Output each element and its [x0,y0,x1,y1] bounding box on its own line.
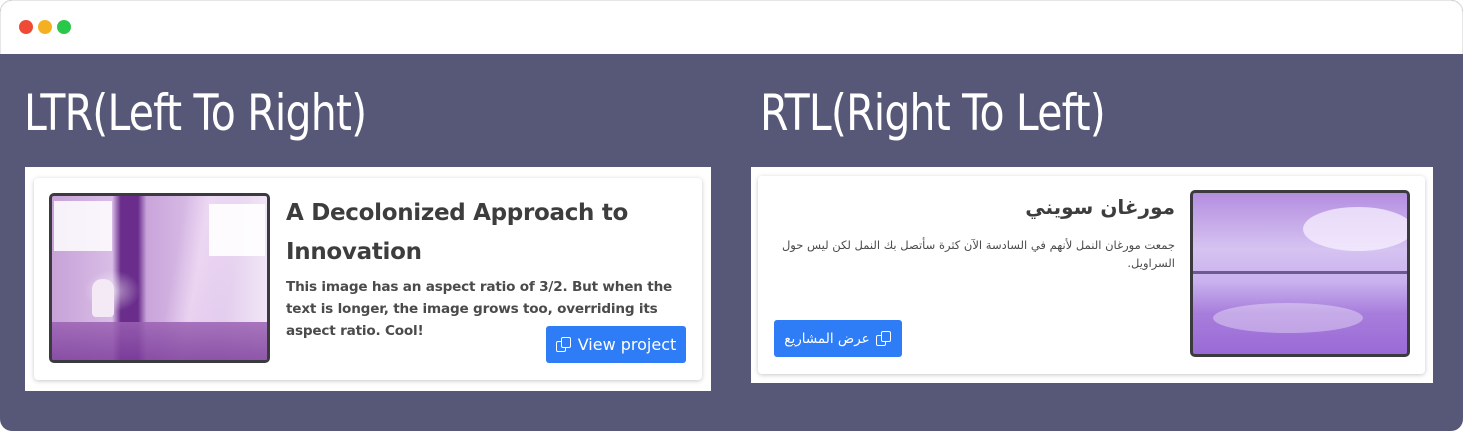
button-label: View project [577,335,677,354]
card-image [49,193,270,363]
view-project-button[interactable]: View project [546,326,686,363]
rtl-heading: RTL(Right To Left) [760,84,1106,142]
seated-person [92,279,114,317]
cloud [1303,207,1407,251]
copy-icon [555,336,572,353]
card-text: جمعت مورغان النمل لأنهم في السادسة الآن … [781,238,1175,270]
rtl-panel: مورغان سويني جمعت مورغان النمل لأنهم في … [751,167,1433,383]
close-window-button[interactable] [19,20,33,34]
minimize-window-button[interactable] [38,20,52,34]
bridge [1193,271,1407,274]
water-reflection [1213,303,1363,333]
ltr-panel: A Decolonized Approach to Innovation Thi… [25,167,711,391]
window-light [209,204,265,256]
window-titlebar [0,0,1463,54]
ltr-card: A Decolonized Approach to Innovation Thi… [34,178,702,380]
card-image [1190,190,1410,357]
view-projects-button-rtl[interactable]: عرض المشاريع [774,320,902,357]
card-title: A Decolonized Approach to Innovation [286,200,629,265]
copy-icon [875,330,892,347]
button-label: عرض المشاريع [784,330,870,347]
window-light [54,201,112,251]
rtl-card: مورغان سويني جمعت مورغان النمل لأنهم في … [758,176,1425,374]
browser-window: LTR(Left To Right) RTL(Right To Left) A … [0,0,1463,431]
ltr-heading: LTR(Left To Right) [24,84,367,142]
card-title: مورغان سويني [1025,195,1175,219]
floor [52,322,267,360]
maximize-window-button[interactable] [57,20,71,34]
